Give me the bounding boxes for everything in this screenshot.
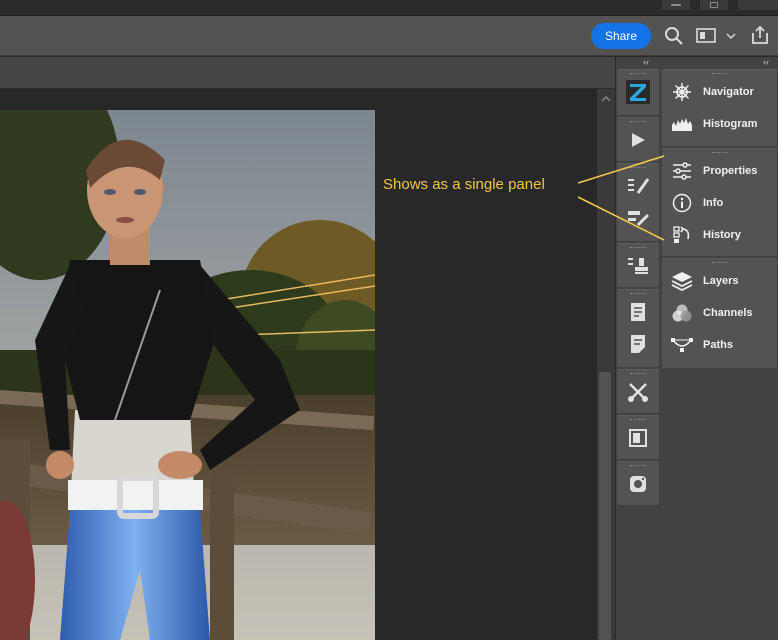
export-icon[interactable] [749,24,771,46]
libraries-icon[interactable] [617,422,659,454]
panel-item-label: Channels [703,307,753,319]
panel-item-properties[interactable]: Properties [662,155,777,187]
clone-source-icon[interactable] [617,250,659,282]
panel-item-info[interactable]: Info [662,187,777,219]
channels-icon [670,302,694,324]
document-photo[interactable] [0,110,375,640]
panel-item-label: History [703,229,741,241]
dock-group-social [617,461,659,505]
tool-presets-icon[interactable] [617,376,659,408]
instagram-icon[interactable] [617,468,659,500]
close-button[interactable] [738,0,778,10]
brush-presets-icon[interactable] [617,202,659,234]
panel-item-label: Navigator [703,86,754,98]
paths-icon [670,334,694,356]
document-tab-row [0,57,615,89]
brush-settings-icon[interactable] [617,170,659,202]
panel-item-channels[interactable]: Channels [662,297,777,329]
panel-item-label: Paths [703,339,733,351]
history-icon [670,224,694,246]
dock-group-brushes [617,163,659,241]
panel-item-label: Layers [703,275,739,287]
properties-icon [670,160,694,182]
window-title-bar [0,0,778,16]
share-button[interactable]: Share [591,23,651,49]
dock-group-tools [617,369,659,413]
photo-image [0,110,375,640]
panel-item-label: Histogram [703,118,758,130]
panel-group-layers: Layers Channels Paths [662,258,777,368]
panel-item-paths[interactable]: Paths [662,329,777,361]
notes-icon[interactable] [617,296,659,328]
search-icon[interactable] [664,26,684,46]
info-icon [670,192,694,214]
restore-button[interactable] [700,0,728,10]
dock-group-actions [617,117,659,161]
histogram-icon [670,113,694,135]
play-actions-icon[interactable] [617,124,659,156]
scroll-up-icon[interactable] [601,95,611,103]
panel-group-properties: Properties Info History [662,148,777,256]
panel-item-label: Info [703,197,724,209]
chevron-down-icon[interactable] [726,32,736,40]
panel-item-histogram[interactable]: Histogram [662,108,777,140]
navigator-icon [670,81,694,103]
comments-icon[interactable] [617,328,659,360]
minimize-button[interactable] [662,0,690,10]
dock-group-libraries [617,415,659,459]
zoom-plugin-icon[interactable] [617,76,659,108]
panel-item-history[interactable]: History [662,219,777,251]
collapse-dock-icon[interactable]: ‹‹ [643,57,649,67]
layers-icon [670,270,694,292]
panel-item-label: Properties [703,165,758,177]
workspace-icon[interactable] [696,27,718,45]
collapse-panels-icon[interactable]: ‹‹ [763,57,769,67]
panel-group-navigator: Navigator Histogram [662,69,777,146]
panel-item-layers[interactable]: Layers [662,265,777,297]
scrollbar-thumb[interactable] [599,372,611,640]
options-bar: Share [0,16,778,56]
annotation-text: Shows as a single panel [383,176,545,193]
dock-group-plugin [617,69,659,115]
panel-item-navigator[interactable]: Navigator [662,76,777,108]
canvas-area[interactable] [0,89,597,640]
dock-group-clone [617,243,659,287]
dock-group-notes [617,289,659,367]
